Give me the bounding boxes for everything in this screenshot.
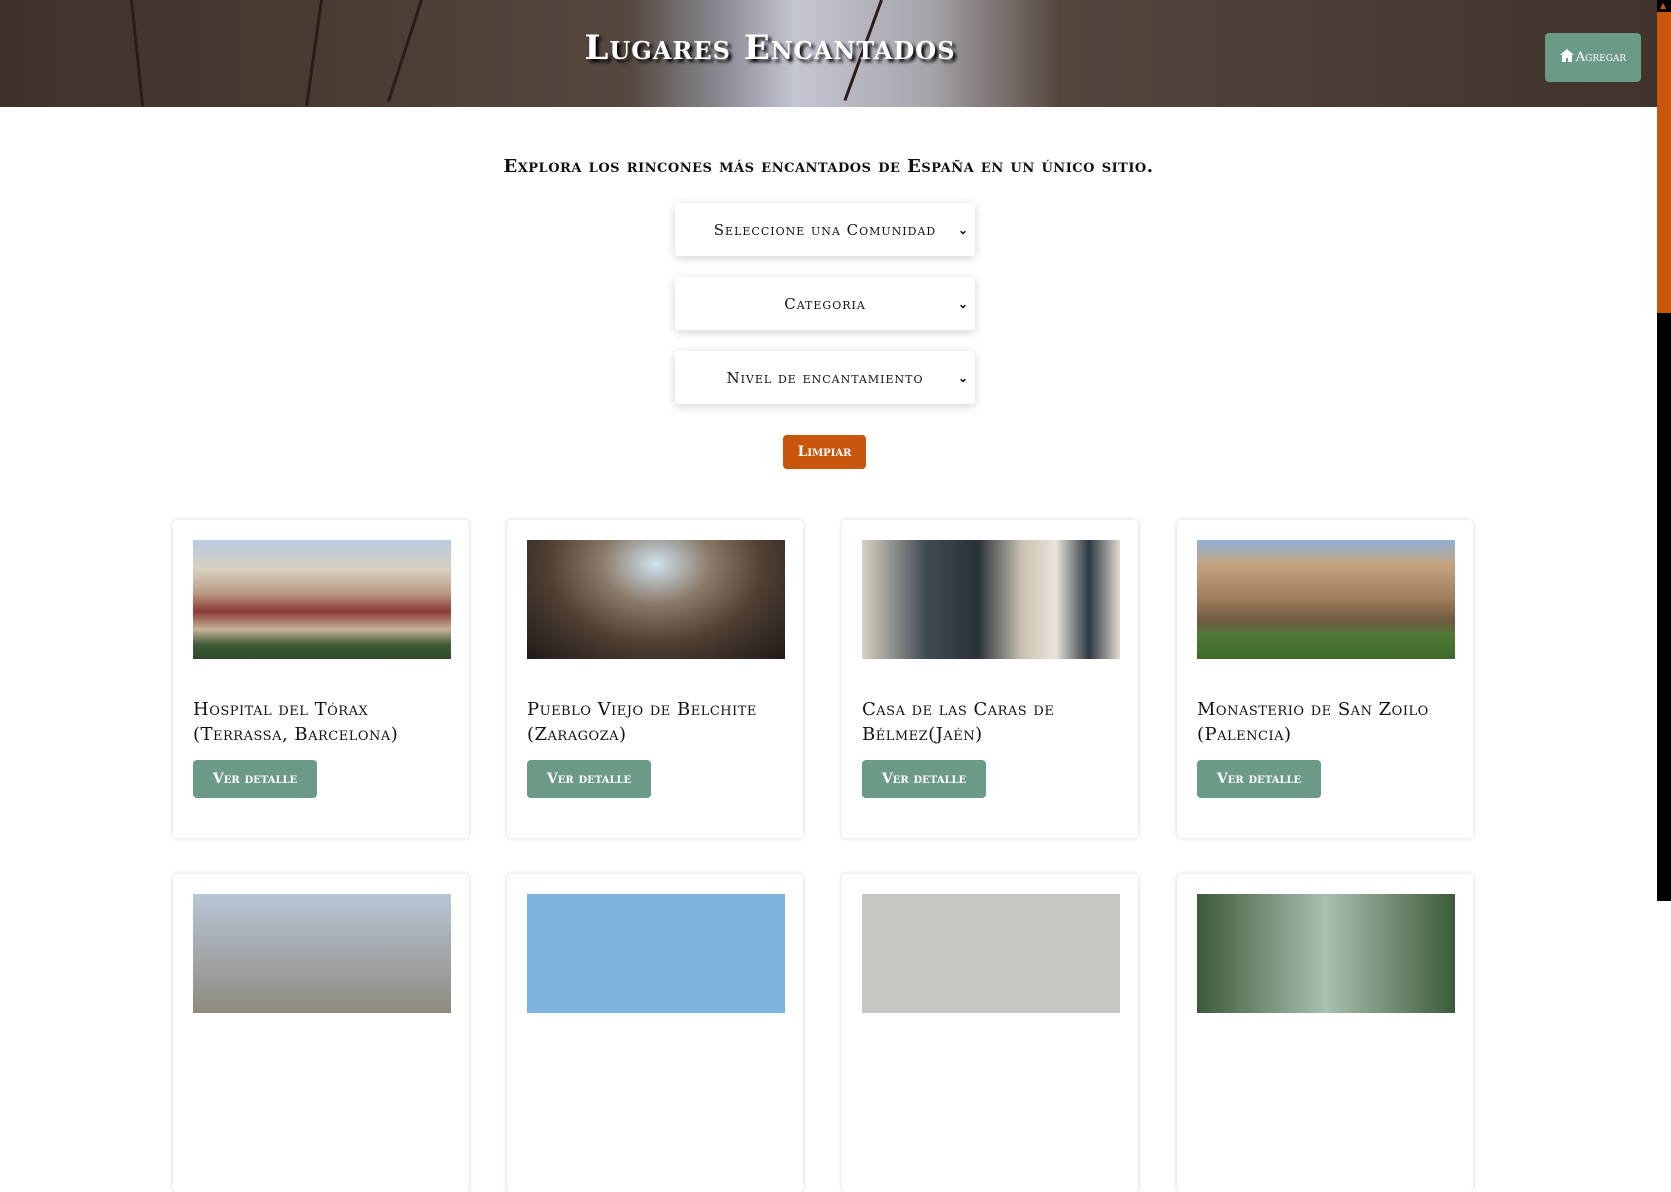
place-title: Hospital del Tórax (Terrassa, Barcelona): [193, 699, 399, 745]
place-card: [507, 874, 803, 1192]
scroll-up-icon[interactable]: ▲: [1660, 1, 1666, 10]
place-title: Pueblo Viejo de Belchite (Zaragoza): [527, 699, 757, 745]
view-detail-button[interactable]: Ver detalle: [527, 760, 651, 798]
scrollbar-thumb[interactable]: [1657, 12, 1671, 313]
place-title: Casa de las Caras de Bélmez(Jaén): [862, 699, 1055, 745]
chevron-down-icon: ⌄: [957, 370, 969, 385]
place-image: [1197, 894, 1455, 1013]
place-title: Monasterio de San Zoilo (Palencia): [1197, 699, 1429, 745]
place-card: [842, 874, 1138, 1192]
clear-button[interactable]: Limpiar: [783, 435, 866, 469]
tagline: Explora los rincones más encantados de E…: [503, 156, 1154, 177]
home-icon: [1559, 49, 1574, 66]
view-detail-button[interactable]: Ver detalle: [1197, 760, 1321, 798]
place-image: [862, 540, 1120, 659]
place-card: [173, 874, 469, 1192]
place-card: Hospital del Tórax (Terrassa, Barcelona)…: [173, 520, 469, 838]
category-select[interactable]: Categoria ⌄: [675, 277, 975, 330]
view-detail-button[interactable]: Ver detalle: [862, 760, 986, 798]
place-card: [1177, 874, 1473, 1192]
header-banner: Lugares Encantados: [0, 0, 1657, 107]
place-image: [527, 540, 785, 659]
place-card: Monasterio de San Zoilo (Palencia) Ver d…: [1177, 520, 1473, 838]
chevron-down-icon: ⌄: [957, 222, 969, 237]
site-title: Lugares Encantados: [584, 28, 956, 68]
community-select[interactable]: Seleccione una Comunidad ⌄: [675, 203, 975, 256]
place-image: [862, 894, 1120, 1013]
category-select-value: Categoria: [784, 294, 866, 313]
place-image: [1197, 540, 1455, 659]
community-select-value: Seleccione una Comunidad: [713, 220, 937, 239]
add-button-label: Agregar: [1575, 50, 1627, 65]
level-select-value: Nivel de encantamiento: [726, 368, 924, 387]
chevron-down-icon: ⌄: [957, 296, 969, 311]
place-image: [193, 894, 451, 1013]
place-card: Casa de las Caras de Bélmez(Jaén) Ver de…: [842, 520, 1138, 838]
place-image: [527, 894, 785, 1013]
level-select[interactable]: Nivel de encantamiento ⌄: [675, 351, 975, 404]
place-card: Pueblo Viejo de Belchite (Zaragoza) Ver …: [507, 520, 803, 838]
view-detail-button[interactable]: Ver detalle: [193, 760, 317, 798]
add-button[interactable]: Agregar: [1545, 33, 1641, 82]
place-image: [193, 540, 451, 659]
